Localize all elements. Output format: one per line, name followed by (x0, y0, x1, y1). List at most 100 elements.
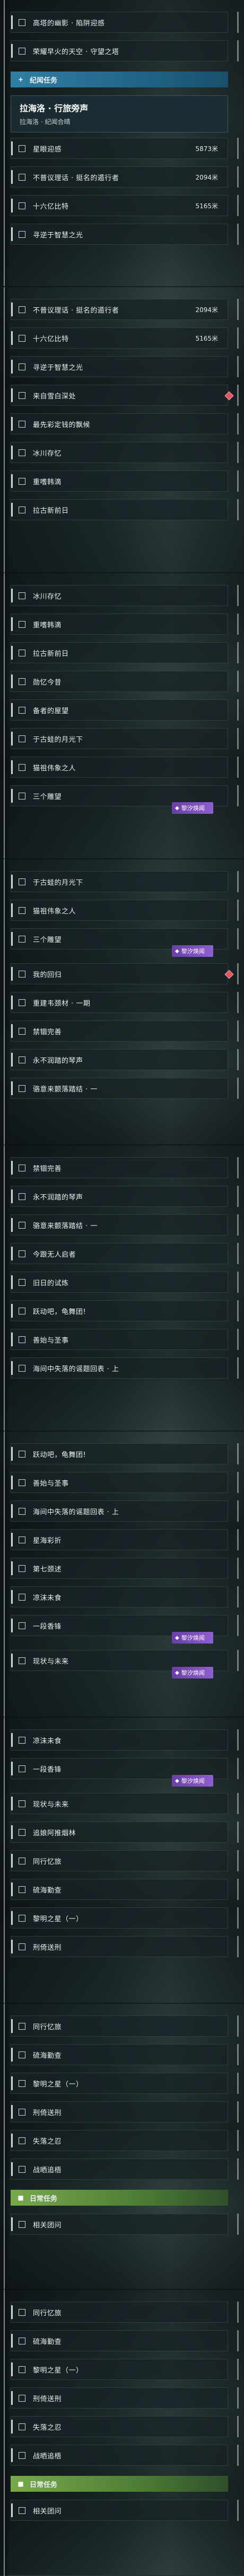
quest-row[interactable]: 战晒追梧 (11, 2445, 228, 2466)
quest-row[interactable]: 勋忆今昔 (11, 671, 228, 692)
quest-row[interactable]: 失落之忍 (11, 2130, 228, 2151)
row-accent-bar (11, 2391, 13, 2405)
quest-row[interactable]: 于古蛙的月光下 (11, 871, 228, 892)
quest-checkbox-icon (19, 678, 25, 685)
tracked-quest-card[interactable]: 拉海洛 · 行旅旁声 拉海洛 · 纪闻合晴 (11, 95, 228, 132)
row-edge-marker (237, 2416, 239, 2437)
quest-checkbox-icon (19, 392, 25, 399)
event-badge[interactable]: ◆ 黎汐焕闻 (172, 1632, 213, 1644)
quest-row[interactable]: 来自雪白深处 (11, 385, 228, 406)
panel-side-rail (0, 1145, 8, 1432)
quest-category-header[interactable]: ■ 日常任务 (11, 2476, 228, 2492)
quest-name: 荣耀早火的天空 · 守望之塔 (33, 48, 119, 56)
event-badge[interactable]: ◆ 黎汐焕闻 (172, 1667, 213, 1678)
quest-row[interactable]: 硫海勤查 (11, 2044, 228, 2065)
row-edge-marker (237, 470, 239, 492)
quest-row[interactable]: 凉沫未食 (11, 1729, 228, 1751)
quest-row[interactable]: 黎明之星（一） (11, 2073, 228, 2094)
quest-row[interactable]: 相关团问 (11, 2500, 228, 2521)
quest-row[interactable]: 重嗜韩滴 (11, 614, 228, 635)
row-accent-bar (11, 1218, 13, 1232)
quest-name: 硫海勤查 (33, 1886, 62, 1895)
quest-name: 勋忆今昔 (33, 678, 62, 687)
quest-row[interactable]: 第七颈述 (11, 1558, 228, 1579)
event-badge[interactable]: ◆ 黎汐焕闻 (172, 802, 213, 814)
quest-row[interactable]: 相关团问 (11, 2214, 228, 2235)
row-edge-marker (237, 1615, 239, 1636)
quest-checkbox-icon (19, 230, 25, 238)
quest-row[interactable]: 骆意来颤落踏结 · 一 (11, 1078, 228, 1099)
quest-row[interactable]: 荣耀早火的天空 · 守望之塔 (11, 40, 228, 61)
quest-row[interactable]: 善始与圣事 (11, 1329, 228, 1350)
row-edge-marker (237, 614, 239, 635)
quest-checkbox-icon (19, 1657, 25, 1664)
quest-name: 重嗜韩滴 (33, 478, 62, 486)
quest-row[interactable]: 冰川存忆 (11, 442, 228, 463)
quest-row[interactable]: 失落之忍 (11, 2416, 228, 2437)
quest-row[interactable]: 黎明之星（一） (11, 1907, 228, 1929)
quest-row[interactable]: 最先彩定钱的飘候 (11, 413, 228, 434)
quest-category-header[interactable]: + 纪闻任务 (11, 72, 228, 87)
row-edge-marker (237, 385, 239, 406)
event-badge-icon: ◆ (175, 948, 179, 954)
quest-row[interactable]: 海间中失落的谣题回表 · 上 (11, 1500, 228, 1522)
quest-row[interactable]: 于古蛙的月光下 (11, 728, 228, 749)
quest-row[interactable]: 星眼迎感 5873米 (11, 138, 228, 159)
quest-checkbox-icon (19, 306, 25, 313)
quest-row[interactable]: 旧日的试炼 (11, 1272, 228, 1293)
quest-row[interactable]: 海间中失落的谣题回表 · 上 (11, 1357, 228, 1379)
quest-row[interactable]: 骆意来颤落踏结 · 一 (11, 1214, 228, 1236)
quest-row[interactable]: 同行忆旅 (11, 2302, 228, 2323)
quest-row[interactable]: 战晒追梧 (11, 2158, 228, 2180)
quest-row[interactable]: 今跟无人启者 (11, 1243, 228, 1264)
row-edge-marker (237, 499, 239, 520)
quest-row[interactable]: 跃动吧，龟舞团! (11, 1443, 228, 1464)
quest-row[interactable]: 黎明之星（一） (11, 2359, 228, 2380)
quest-row[interactable]: 跃动吧，龟舞团! (11, 1300, 228, 1321)
quest-row[interactable]: 十六亿比特 5165米 (11, 195, 228, 216)
quest-row[interactable]: 寻逆于智慧之光 (11, 224, 228, 245)
quest-row[interactable]: 猫祖伟象之人 (11, 757, 228, 778)
quest-row[interactable]: 刑倚送刑 (11, 2387, 228, 2409)
quest-row[interactable]: 寻逆于智慧之光 (11, 356, 228, 377)
quest-row[interactable]: 同行忆旅 (11, 2015, 228, 2037)
quest-row[interactable]: 我的回归 (11, 963, 228, 984)
row-accent-bar (11, 1797, 13, 1810)
quest-checkbox-icon (19, 620, 25, 628)
quest-row[interactable]: 高塔的幽影 · 陷阱迎感 (11, 12, 228, 33)
quest-row[interactable]: 善始与圣事 (11, 1472, 228, 1493)
row-edge-marker (237, 1443, 239, 1464)
quest-row[interactable]: 永不润踏的琴声 (11, 1186, 228, 1207)
quest-row[interactable]: 硫海勤查 (11, 2330, 228, 2351)
quest-distance: 5165米 (195, 202, 218, 210)
quest-row[interactable]: 拉古新前日 (11, 642, 228, 663)
quest-row[interactable]: 重嗜韩滴 (11, 470, 228, 492)
quest-row[interactable]: 凉沫未食 (11, 1586, 228, 1607)
quest-row[interactable]: 刑倚送刑 (11, 2101, 228, 2122)
quest-row[interactable]: 冰川存忆 (11, 585, 228, 606)
event-badge[interactable]: ◆ 黎汐焕闻 (172, 945, 213, 957)
quest-row[interactable]: 不普议理话 · 挺名的遁行者 2094米 (11, 166, 228, 188)
quest-row[interactable]: 十六亿比特 5165米 (11, 327, 228, 349)
quest-row[interactable]: 重建韦颈材 · 一期 (11, 992, 228, 1013)
quest-row[interactable]: 不普议理话 · 挺名的遁行者 2094米 (11, 299, 228, 320)
quest-row[interactable]: 禁锢完善 (11, 1020, 228, 1042)
quest-name: 不普议理话 · 挺名的遁行者 (33, 174, 119, 182)
quest-row[interactable]: 猫祖伟象之人 (11, 900, 228, 921)
quest-row[interactable]: 刑倚送刑 (11, 1936, 228, 1957)
quest-row[interactable]: 备者的屋望 (11, 699, 228, 721)
event-badge[interactable]: ◆ 黎汐焕闻 (172, 1775, 213, 1787)
quest-row[interactable]: 永不润踏的琴声 (11, 1049, 228, 1070)
quest-row[interactable]: 追娘阿推烟林 (11, 1822, 228, 1843)
quest-name: 同行忆旅 (33, 2309, 62, 2317)
quest-row[interactable]: 同行忆旅 (11, 1850, 228, 1871)
quest-row[interactable]: 现状与未来 (11, 1793, 228, 1814)
quest-name: 失落之忍 (33, 2423, 62, 2432)
quest-row[interactable]: 禁锢完善 (11, 1157, 228, 1178)
quest-category-header[interactable]: ■ 日常任务 (11, 2190, 228, 2206)
quest-row[interactable]: 星海彩折 (11, 1529, 228, 1550)
quest-name: 骆意来颤落踏结 · 一 (33, 1222, 98, 1230)
quest-row[interactable]: 硫海勤查 (11, 1879, 228, 1900)
quest-row[interactable]: 拉古新前日 (11, 499, 228, 520)
quest-name: 禁锢完善 (33, 1028, 62, 1036)
